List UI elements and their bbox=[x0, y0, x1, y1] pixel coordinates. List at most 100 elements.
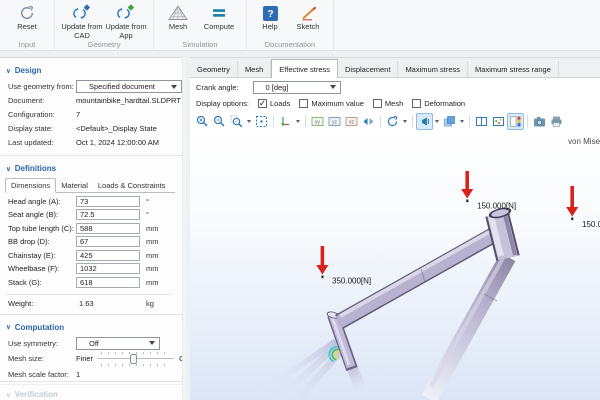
stack-input[interactable] bbox=[76, 277, 140, 288]
tab-maximum-stress[interactable]: Maximum stress bbox=[398, 61, 468, 77]
zoom-extents-icon[interactable] bbox=[228, 113, 245, 130]
section-header-design[interactable]: Design bbox=[6, 66, 182, 75]
load-label: 150.000[N] bbox=[477, 202, 516, 211]
unit-label: ° bbox=[146, 210, 149, 219]
zoom-in-icon[interactable] bbox=[194, 113, 211, 130]
use-geometry-dropdown[interactable]: Specified document bbox=[76, 80, 182, 93]
checkbox-loads[interactable]: ✓ bbox=[258, 99, 267, 108]
tab-displacement[interactable]: Displacement bbox=[338, 61, 398, 77]
rotate-icon[interactable] bbox=[384, 113, 401, 130]
section-title: Computation bbox=[15, 323, 64, 332]
section-title: Definitions bbox=[15, 164, 56, 173]
slider-ticks bbox=[101, 364, 171, 366]
weight-row: Weight: 1.63 kg bbox=[8, 299, 182, 308]
tab-maximum-stress-range[interactable]: Maximum stress range bbox=[468, 61, 559, 77]
compute-button[interactable]: Compute bbox=[197, 3, 241, 32]
button-label: Update from App bbox=[104, 23, 148, 40]
update-from-app-button[interactable]: Update from App bbox=[104, 3, 148, 40]
field-label: Last updated: bbox=[8, 138, 76, 147]
go-to-default-view-icon[interactable] bbox=[277, 113, 294, 130]
ribbon-group-simulation: Mesh Compute Simulation bbox=[154, 0, 247, 50]
graphics-canvas-3d-view[interactable]: von Mises bbox=[190, 131, 600, 400]
stack-row: Stack (G): mm bbox=[8, 277, 182, 288]
transparency-icon[interactable] bbox=[441, 113, 458, 130]
finer-label: Finer bbox=[76, 354, 93, 363]
mesh-scale-row: Mesh scale factor: 1 bbox=[8, 368, 182, 381]
load-arrow-head-left: 150.000[N] bbox=[461, 171, 516, 211]
zoom-box-icon[interactable] bbox=[253, 113, 270, 130]
chevron-down-icon[interactable] bbox=[247, 120, 251, 123]
svg-text:?: ? bbox=[267, 9, 273, 20]
load-label: 150.000[N] bbox=[582, 220, 600, 229]
mesh-size-slider[interactable] bbox=[98, 352, 174, 366]
bb-drop-row: BB drop (D): mm bbox=[8, 236, 182, 247]
option-mesh[interactable]: Mesh bbox=[373, 99, 403, 108]
checkbox-maximum-value[interactable] bbox=[299, 99, 308, 108]
update-from-cad-icon bbox=[72, 3, 92, 23]
slider-thumb[interactable] bbox=[130, 354, 137, 364]
unit-label: mm bbox=[146, 264, 159, 273]
color-legend-icon[interactable] bbox=[507, 113, 524, 130]
chevron-down-icon[interactable] bbox=[435, 120, 439, 123]
tab-mesh[interactable]: Mesh bbox=[238, 61, 271, 77]
checkbox-mesh[interactable] bbox=[373, 99, 382, 108]
top-tube-length-input[interactable] bbox=[76, 223, 140, 234]
crank-angle-dropdown[interactable]: 0 [deg] bbox=[253, 81, 341, 94]
scene-light-icon[interactable] bbox=[416, 113, 433, 130]
reset-button[interactable]: Reset bbox=[5, 3, 49, 32]
option-maximum-value[interactable]: Maximum value bbox=[299, 99, 364, 108]
use-symmetry-dropdown[interactable]: Off bbox=[76, 337, 160, 350]
option-deformation[interactable]: Deformation bbox=[412, 99, 465, 108]
option-loads[interactable]: ✓ Loads bbox=[258, 99, 290, 108]
head-angle-row: Head angle (A): ° bbox=[8, 196, 182, 207]
split-view-icon[interactable] bbox=[473, 113, 490, 130]
ribbon: Reset Input Update from CAD Update from … bbox=[0, 0, 600, 51]
svg-text:xz: xz bbox=[349, 119, 355, 125]
chainstay-input[interactable] bbox=[76, 250, 140, 261]
sketch-button[interactable]: Sketch bbox=[288, 3, 328, 32]
field-label: BB drop (D): bbox=[8, 237, 76, 246]
view-xy-icon[interactable]: xy bbox=[309, 113, 326, 130]
ribbon-group-label: Documentation bbox=[247, 40, 333, 49]
section-header-verification[interactable]: Verification bbox=[6, 390, 58, 399]
zoom-out-icon[interactable] bbox=[211, 113, 228, 130]
tab-loads-constraints[interactable]: Loads & Constraints bbox=[93, 179, 171, 192]
dropdown-value: Off bbox=[77, 339, 145, 348]
tab-dimensions[interactable]: Dimensions bbox=[5, 178, 56, 193]
field-label: Top tube length (C): bbox=[8, 224, 76, 233]
mesh-button[interactable]: Mesh bbox=[159, 3, 197, 32]
section-divider bbox=[0, 155, 182, 156]
chevron-down-icon[interactable] bbox=[460, 120, 464, 123]
head-angle-input[interactable] bbox=[76, 196, 140, 207]
help-button[interactable]: ? Help bbox=[252, 3, 288, 32]
top-tube-length-row: Top tube length (C): mm bbox=[8, 223, 182, 234]
tab-effective-stress[interactable]: Effective stress bbox=[271, 59, 338, 78]
view-yz-icon[interactable]: yz bbox=[326, 113, 343, 130]
section-header-definitions[interactable]: Definitions bbox=[6, 164, 182, 173]
svg-text:yz: yz bbox=[332, 119, 338, 125]
chevron-down-icon[interactable] bbox=[403, 120, 407, 123]
button-label: Update from CAD bbox=[60, 23, 104, 40]
view-xz-icon[interactable]: xz bbox=[343, 113, 360, 130]
tab-material[interactable]: Material bbox=[56, 179, 93, 192]
tab-geometry[interactable]: Geometry bbox=[190, 61, 238, 77]
snapshot-icon[interactable] bbox=[531, 113, 548, 130]
button-label: Mesh bbox=[169, 23, 187, 32]
flip-view-icon[interactable] bbox=[360, 113, 377, 130]
print-icon[interactable] bbox=[548, 113, 565, 130]
chevron-down-icon[interactable] bbox=[296, 120, 300, 123]
field-label: Crank angle: bbox=[196, 83, 239, 92]
slider-ticks bbox=[101, 352, 171, 354]
checkbox-deformation[interactable] bbox=[412, 99, 421, 108]
wheelbase-input[interactable] bbox=[76, 263, 140, 274]
section-header-computation[interactable]: Computation bbox=[6, 323, 182, 332]
last-updated-value: Oct 1, 2024 12:00:00 AM bbox=[76, 138, 159, 147]
weight-value: 1.63 bbox=[76, 299, 140, 308]
bb-drop-input[interactable] bbox=[76, 236, 140, 247]
plot-settings-icon[interactable] bbox=[490, 113, 507, 130]
section-title: Design bbox=[15, 66, 42, 75]
seat-angle-input[interactable] bbox=[76, 209, 140, 220]
toolbar-separator bbox=[305, 115, 306, 127]
load-label: 350.000[N] bbox=[332, 277, 371, 286]
update-from-cad-button[interactable]: Update from CAD bbox=[60, 3, 104, 40]
